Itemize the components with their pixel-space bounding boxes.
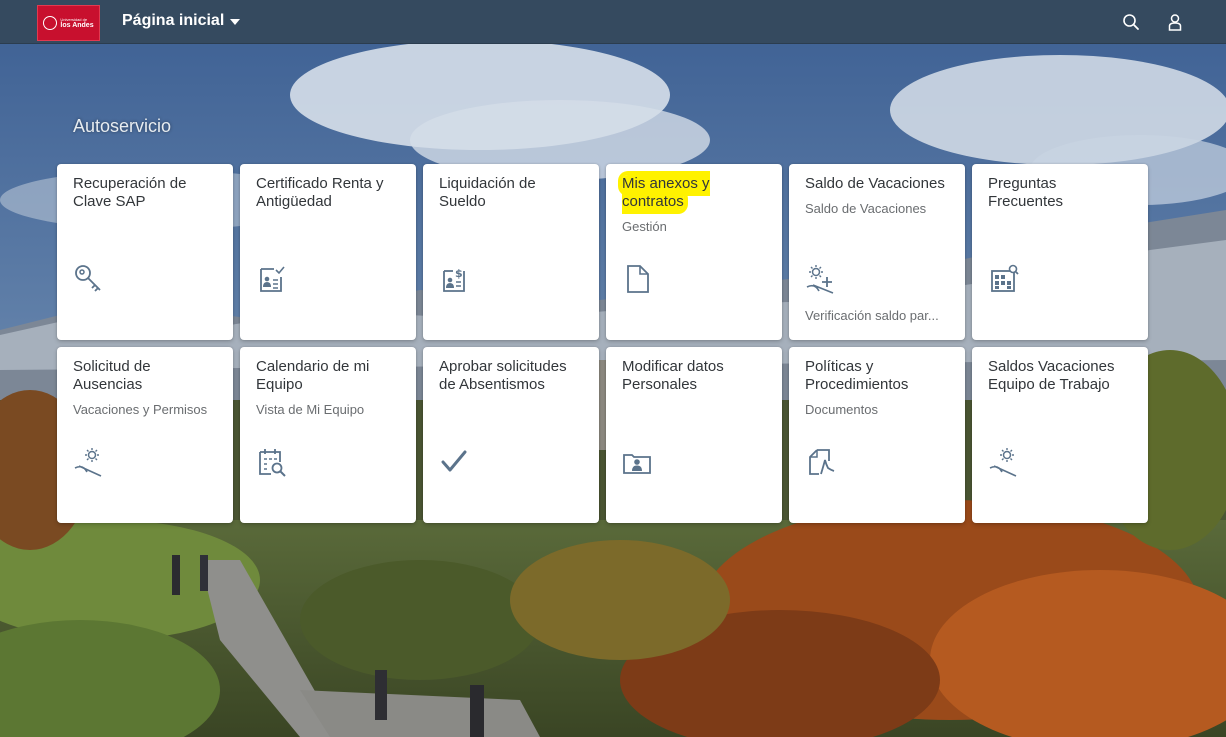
- tile-title: Preguntas Frecuentes: [988, 175, 1064, 210]
- home-page-menu[interactable]: Página inicial: [122, 12, 241, 30]
- tile-title: Políticas y Procedimientos: [805, 358, 909, 393]
- tile-certificado-renta[interactable]: Certificado Renta y Antigüedad: [240, 164, 416, 340]
- pdf-document-icon: [809, 449, 835, 475]
- tile-subtitle: Gestión: [622, 219, 667, 234]
- vacation-icon: [989, 448, 1017, 477]
- tile-modificar-datos[interactable]: Modificar datos Personales: [606, 347, 782, 523]
- tile-preguntas-frecuentes[interactable]: Preguntas Frecuentes: [972, 164, 1148, 340]
- tile-saldo-vacaciones[interactable]: Saldo de Vacaciones Saldo de Vacaciones …: [789, 164, 965, 340]
- vacation-icon: [74, 448, 102, 477]
- highlighted-title: Mis anexos y contratos: [622, 175, 710, 210]
- tile-aprobar-solicitudes[interactable]: Aprobar solicitudes de Absentismos: [423, 347, 599, 523]
- tile-saldos-vacaciones-equipo[interactable]: Saldos Vacaciones Equipo de Trabajo: [972, 347, 1148, 523]
- caret-down-icon: [230, 19, 241, 25]
- certificate-icon: [260, 266, 285, 292]
- tile-politicas-procedimientos[interactable]: Políticas y Procedimientos Documentos: [789, 347, 965, 523]
- tile-recuperacion-clave[interactable]: Recuperación de Clave SAP: [57, 164, 233, 340]
- tile-title: Saldo de Vacaciones: [805, 175, 945, 192]
- search-button[interactable]: [1119, 10, 1143, 34]
- key-icon: [75, 265, 101, 292]
- user-button[interactable]: [1163, 10, 1187, 34]
- search-icon: [1123, 14, 1139, 30]
- tile-subtitle: Vista de Mi Equipo: [256, 402, 365, 417]
- tile-calendario-equipo[interactable]: Calendario de mi Equipo Vista de Mi Equi…: [240, 347, 416, 523]
- tile-title: Certificado Renta y Antigüedad: [256, 175, 384, 210]
- page-title: Página inicial: [122, 12, 225, 29]
- logo-big-text: los Andes: [60, 21, 94, 29]
- checkmark-icon: [441, 450, 467, 472]
- tile-mis-anexos[interactable]: Mis anexos y contratos Gestión: [606, 164, 782, 340]
- tile-liquidacion-sueldo[interactable]: Liquidación de Sueldo $: [423, 164, 599, 340]
- document-icon: [627, 265, 649, 293]
- tile-solicitud-ausencias[interactable]: Solicitud de Ausencias Vacaciones y Perm…: [57, 347, 233, 523]
- tile-title: Liquidación de Sueldo: [439, 175, 536, 210]
- tile-title: Saldos Vacaciones Equipo de Trabajo: [988, 358, 1115, 393]
- tile-title: Modificar datos Personales: [622, 358, 724, 393]
- tile-container: Recuperación de Clave SAP Certificado Re…: [57, 164, 1149, 523]
- tile-title: Aprobar solicitudes de Absentismos: [439, 358, 567, 393]
- tile-subtitle: Documentos: [805, 402, 878, 417]
- faq-icon: [991, 264, 1019, 292]
- university-logo[interactable]: Universidad de los Andes: [37, 5, 100, 41]
- calendar-search-icon: [259, 449, 286, 477]
- tile-title: Recuperación de Clave SAP: [73, 175, 187, 210]
- shell-bar: Universidad de los Andes Página inicial: [0, 0, 1226, 44]
- tile-title: Calendario de mi Equipo: [256, 358, 370, 393]
- group-title: Autoservicio: [73, 116, 172, 136]
- tile-footer: Verificación saldo par...: [805, 308, 939, 323]
- seal-icon: [43, 16, 58, 30]
- tile-subtitle: Vacaciones y Permisos: [73, 402, 208, 417]
- tile-title: Solicitud de Ausencias: [73, 358, 151, 393]
- svg-text:$: $: [455, 267, 463, 280]
- tile-title: Mis anexos y contratos: [622, 175, 766, 211]
- vacation-add-icon: [806, 265, 834, 294]
- user-icon: [1168, 14, 1182, 31]
- payslip-icon: $: [443, 267, 465, 292]
- personal-folder-icon: [623, 454, 651, 474]
- tile-subtitle: Saldo de Vacaciones: [805, 201, 927, 216]
